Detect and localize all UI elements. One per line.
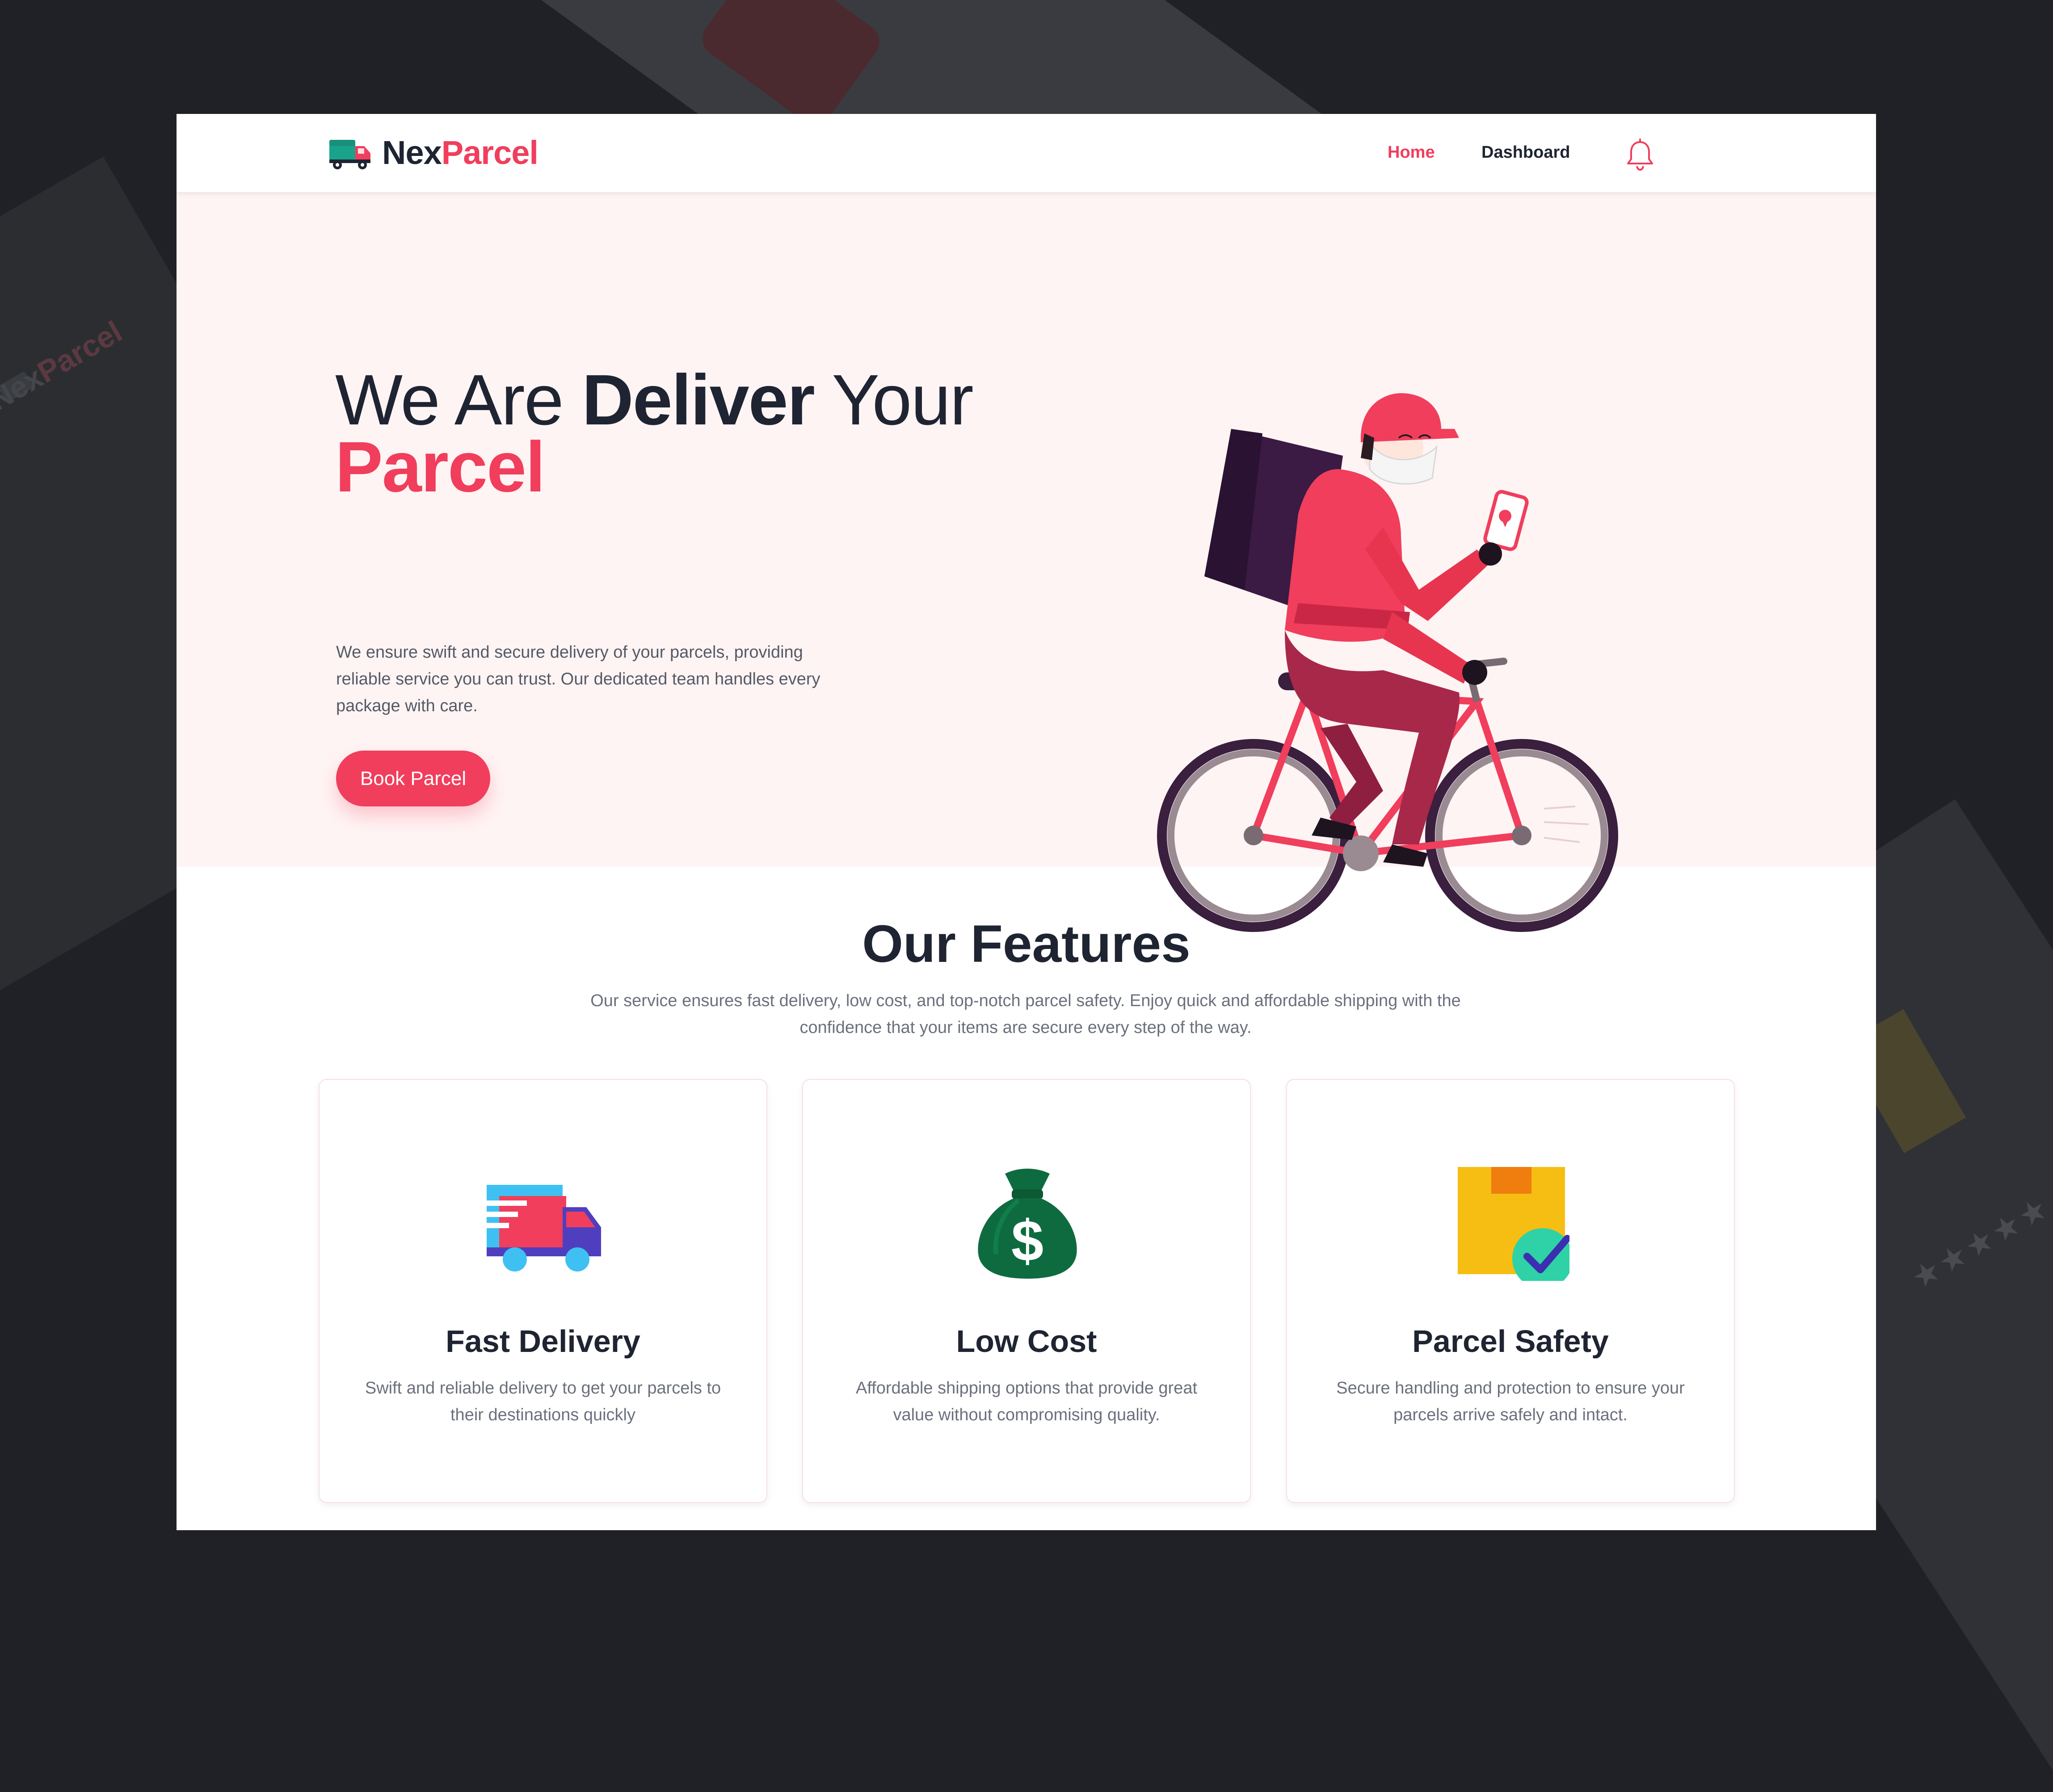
navbar: NexParcel Home Dashboard bbox=[177, 114, 1876, 192]
feature-card-low-cost: $ Low Cost Affordable shipping options t… bbox=[802, 1079, 1251, 1503]
brand-name-primary: Nex bbox=[382, 134, 442, 171]
bell-icon[interactable] bbox=[1624, 138, 1656, 172]
svg-text:$: $ bbox=[1011, 1208, 1043, 1273]
features-subtitle: Our service ensures fast delivery, low c… bbox=[590, 991, 1461, 1037]
parcel-check-icon bbox=[1458, 1167, 1569, 1281]
delivery-truck-icon bbox=[329, 140, 370, 169]
hero-section: We Are Deliver Your Parcel We ensure swi… bbox=[177, 192, 1876, 932]
feature-card-parcel-safety: Parcel Safety Secure handling and protec… bbox=[1286, 1079, 1735, 1503]
delivery-truck-icon bbox=[487, 1185, 601, 1272]
book-parcel-button[interactable]: Book Parcel bbox=[336, 751, 490, 806]
nav-link-dashboard[interactable]: Dashboard bbox=[1481, 143, 1570, 162]
brand-logo-text[interactable]: NexParcel bbox=[382, 134, 538, 172]
page-frame: NexParcel Home Dashboard We Are Deliver … bbox=[177, 114, 1876, 1530]
money-bag-icon: $ bbox=[978, 1168, 1077, 1279]
hero-title: We Are Deliver Your Parcel bbox=[335, 360, 974, 507]
feature-description: Affordable shipping options that provide… bbox=[855, 1379, 1198, 1424]
feature-title: Parcel Safety bbox=[1412, 1324, 1609, 1359]
features-title: Our Features bbox=[862, 915, 1191, 974]
hero-description: We ensure swift and secure delivery of y… bbox=[336, 643, 820, 715]
feature-title: Low Cost bbox=[956, 1324, 1097, 1359]
brand-name-accent: Parcel bbox=[441, 134, 538, 171]
feature-description: Swift and reliable delivery to get your … bbox=[365, 1379, 721, 1424]
feature-description: Secure handling and protection to ensure… bbox=[1336, 1379, 1685, 1424]
feature-title: Fast Delivery bbox=[446, 1324, 640, 1359]
nav-link-home[interactable]: Home bbox=[1388, 143, 1435, 162]
feature-card-fast-delivery: Fast Delivery Swift and reliable deliver… bbox=[319, 1079, 767, 1503]
delivery-rider-illustration bbox=[1157, 393, 1618, 932]
